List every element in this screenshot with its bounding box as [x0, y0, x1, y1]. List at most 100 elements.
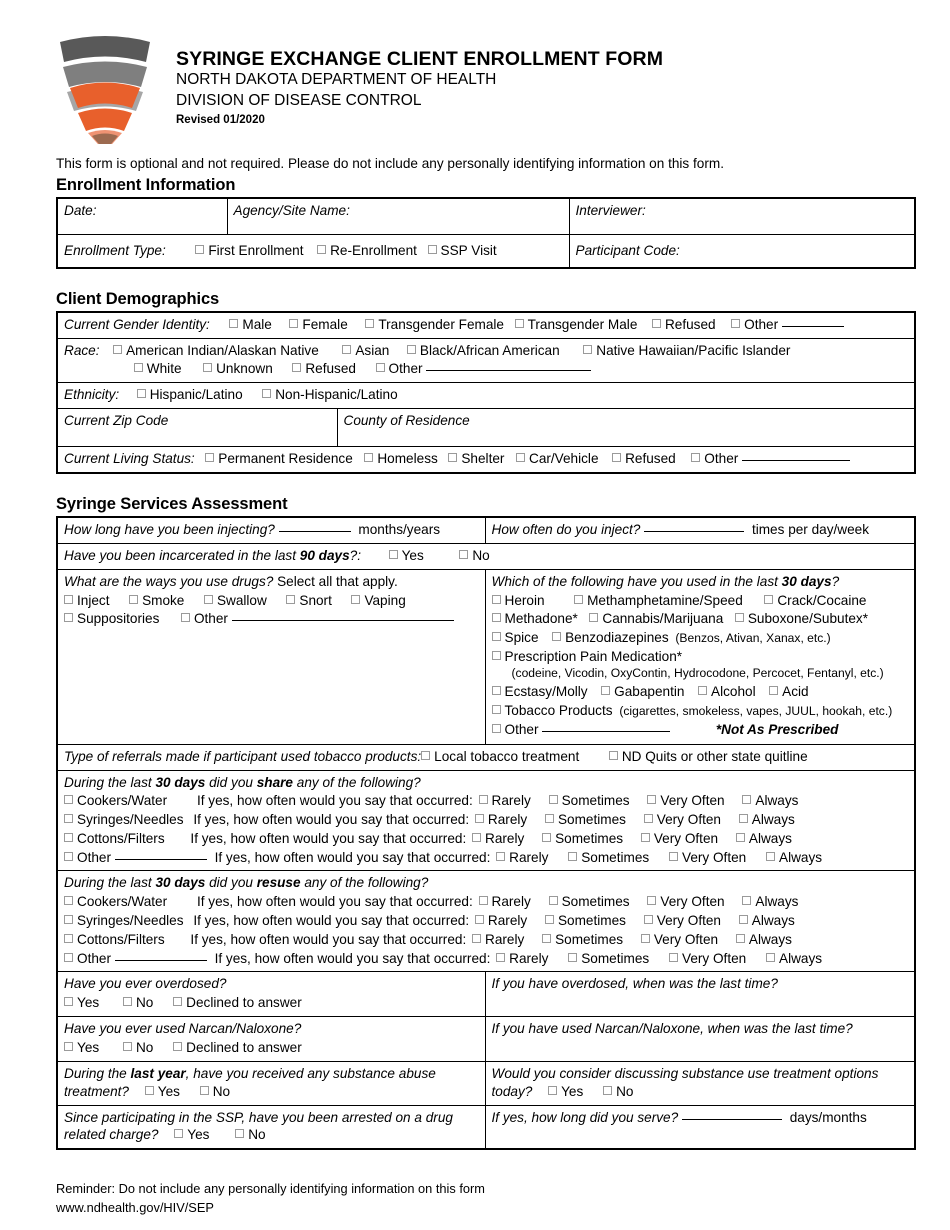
- checkbox-reuse-cookers[interactable]: [64, 896, 73, 906]
- checkbox-reuse-cookers-sometimes[interactable]: [548, 896, 558, 906]
- checkbox-treatment-yes[interactable]: [144, 1085, 154, 1095]
- race-other-input[interactable]: [426, 369, 592, 371]
- narcan-last-time-cell[interactable]: If you have used Narcan/Naloxone, when w…: [484, 1015, 916, 1062]
- checkbox-gender-male[interactable]: [229, 319, 239, 328]
- checkbox-share-cookers-always[interactable]: [742, 795, 752, 805]
- checkbox-living-car[interactable]: [516, 452, 525, 462]
- checkbox-overdose-no[interactable]: [122, 996, 132, 1006]
- checkbox-race-black[interactable]: [406, 344, 416, 354]
- checkbox-overdose-declined[interactable]: [173, 996, 183, 1006]
- checkbox-discuss-no[interactable]: [603, 1085, 613, 1095]
- reuse-other-input[interactable]: [114, 959, 207, 961]
- checkbox-used-cannabis[interactable]: [589, 613, 599, 623]
- checkbox-referral-nd-quits[interactable]: [608, 750, 618, 760]
- checkbox-used-crack-cocaine[interactable]: [764, 594, 774, 604]
- checkbox-overdose-yes[interactable]: [64, 996, 73, 1006]
- checkbox-used-heroin[interactable]: [491, 594, 501, 604]
- checkbox-reuse-cottons-always[interactable]: [735, 934, 745, 943]
- checkbox-ways-smoke[interactable]: [129, 594, 139, 604]
- checkbox-treatment-no[interactable]: [199, 1085, 209, 1095]
- checkbox-ways-other[interactable]: [180, 613, 190, 623]
- checkbox-share-cottons-rarely[interactable]: [472, 833, 482, 843]
- living-other-input[interactable]: [742, 459, 851, 461]
- checkbox-used-tobacco[interactable]: [491, 705, 501, 715]
- checkbox-ethnicity-hispanic[interactable]: [136, 388, 146, 398]
- date-cell[interactable]: Date:: [56, 197, 228, 235]
- checkbox-living-homeless[interactable]: [364, 452, 374, 462]
- checkbox-share-syringes[interactable]: [64, 814, 73, 824]
- checkbox-reuse-syringes-very-often[interactable]: [643, 915, 653, 925]
- checkbox-incarcerated-yes[interactable]: [388, 549, 398, 559]
- checkbox-referral-local[interactable]: [421, 750, 431, 760]
- agency-cell[interactable]: Agency/Site Name:: [226, 197, 570, 235]
- checkbox-reuse-cottons[interactable]: [64, 934, 73, 943]
- checkbox-ways-inject[interactable]: [64, 594, 73, 604]
- checkbox-used-methadone[interactable]: [491, 613, 501, 623]
- checkbox-gender-female[interactable]: [289, 319, 299, 328]
- checkbox-share-cookers-sometimes[interactable]: [548, 795, 558, 805]
- participant-code-cell[interactable]: Participant Code:: [568, 233, 916, 269]
- checkbox-reuse-other-sometimes[interactable]: [568, 952, 578, 962]
- checkbox-reuse-cottons-rarely[interactable]: [472, 934, 482, 943]
- checkbox-share-syringes-always[interactable]: [738, 814, 748, 824]
- checkbox-gender-refused[interactable]: [651, 319, 661, 328]
- checkbox-share-cookers-rarely[interactable]: [478, 795, 488, 805]
- checkbox-ethnicity-non-hispanic[interactable]: [262, 388, 272, 398]
- checkbox-race-american-indian[interactable]: [113, 344, 123, 354]
- checkbox-used-gabapentin[interactable]: [601, 686, 611, 696]
- checkbox-ways-swallow[interactable]: [203, 594, 213, 604]
- checkbox-reuse-syringes-always[interactable]: [738, 915, 748, 925]
- county-cell[interactable]: County of Residence: [336, 407, 916, 447]
- checkbox-reuse-syringes-rarely[interactable]: [474, 915, 484, 925]
- checkbox-living-other[interactable]: [691, 452, 701, 462]
- checkbox-gender-transgender-male[interactable]: [514, 319, 524, 328]
- checkbox-share-cottons-very-often[interactable]: [640, 833, 650, 843]
- checkbox-arrested-yes[interactable]: [174, 1129, 184, 1139]
- checkbox-race-refused[interactable]: [292, 362, 302, 372]
- how-long-input[interactable]: [278, 530, 351, 532]
- checkbox-reuse-cottons-very-often[interactable]: [640, 934, 650, 943]
- checkbox-reuse-other-rarely[interactable]: [496, 952, 506, 962]
- checkbox-re-enrollment[interactable]: [317, 244, 327, 254]
- checkbox-living-shelter[interactable]: [448, 452, 458, 462]
- checkbox-share-cottons[interactable]: [64, 833, 73, 843]
- checkbox-narcan-yes[interactable]: [64, 1041, 73, 1051]
- checkbox-share-syringes-rarely[interactable]: [474, 814, 484, 824]
- checkbox-used-meth[interactable]: [574, 594, 584, 604]
- checkbox-reuse-syringes-sometimes[interactable]: [544, 915, 554, 925]
- checkbox-ways-suppositories[interactable]: [64, 613, 73, 623]
- checkbox-narcan-declined[interactable]: [173, 1041, 183, 1051]
- checkbox-ways-snort[interactable]: [286, 594, 296, 604]
- checkbox-share-other-very-often[interactable]: [669, 852, 678, 862]
- checkbox-used-alcohol[interactable]: [698, 686, 708, 696]
- checkbox-incarcerated-no[interactable]: [459, 549, 469, 559]
- checkbox-discuss-yes[interactable]: [548, 1085, 558, 1095]
- checkbox-reuse-other-always[interactable]: [766, 952, 776, 962]
- checkbox-reuse-syringes[interactable]: [64, 915, 73, 925]
- checkbox-used-suboxone[interactable]: [734, 613, 744, 623]
- checkbox-share-other[interactable]: [64, 852, 73, 862]
- checkbox-share-other-sometimes[interactable]: [568, 852, 578, 862]
- used-other-input[interactable]: [542, 731, 671, 733]
- checkbox-share-syringes-very-often[interactable]: [643, 814, 653, 824]
- checkbox-used-acid[interactable]: [769, 686, 779, 696]
- checkbox-used-spice[interactable]: [491, 632, 501, 642]
- checkbox-race-asian[interactable]: [342, 344, 352, 354]
- interviewer-cell[interactable]: Interviewer:: [568, 197, 916, 235]
- checkbox-ssp-visit[interactable]: [427, 244, 437, 254]
- overdose-last-time-cell[interactable]: If you have overdosed, when was the last…: [484, 970, 916, 1017]
- checkbox-reuse-cookers-very-often[interactable]: [647, 896, 657, 906]
- checkbox-reuse-cookers-rarely[interactable]: [478, 896, 488, 906]
- serve-length-input[interactable]: [681, 1118, 782, 1120]
- checkbox-reuse-cottons-sometimes[interactable]: [542, 934, 552, 943]
- checkbox-share-cookers-very-often[interactable]: [647, 795, 657, 805]
- checkbox-reuse-other[interactable]: [64, 952, 73, 962]
- checkbox-reuse-other-very-often[interactable]: [669, 952, 678, 962]
- checkbox-share-other-rarely[interactable]: [496, 852, 506, 862]
- checkbox-used-ecstasy[interactable]: [491, 686, 501, 696]
- checkbox-share-cookers[interactable]: [64, 795, 73, 805]
- checkbox-reuse-cookers-always[interactable]: [742, 896, 752, 906]
- checkbox-used-other[interactable]: [491, 724, 501, 734]
- checkbox-share-cottons-sometimes[interactable]: [542, 833, 552, 843]
- checkbox-first-enrollment[interactable]: [195, 244, 205, 254]
